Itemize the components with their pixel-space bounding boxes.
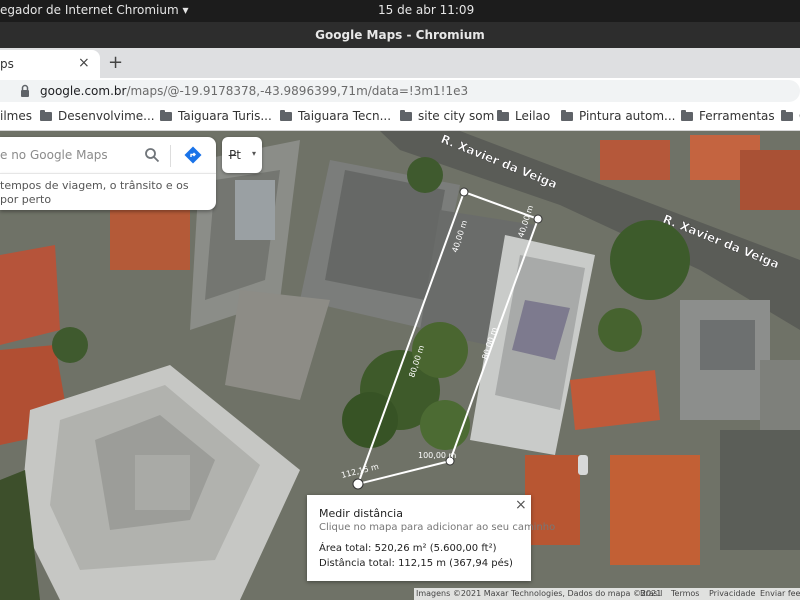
measure-point[interactable] (352, 478, 364, 490)
folder-icon (781, 110, 793, 121)
tab-google-maps[interactable]: ps × (0, 50, 100, 78)
measure-distance-card: Medir distância Clique no mapa para adic… (307, 495, 555, 581)
lock-icon[interactable] (20, 84, 30, 98)
suggestion-line: tempos de viagem, o trânsito e os (0, 179, 189, 192)
folder-icon (400, 110, 412, 121)
bookmark-label: Ferramentas (699, 109, 775, 123)
folder-icon (561, 110, 573, 121)
bookmark-item[interactable]: site city som (400, 109, 494, 123)
bookmark-label: site city som (418, 109, 495, 123)
bookmark-item[interactable]: Leilao (497, 109, 550, 123)
app-menu[interactable]: egador de Internet Chromium ▾ (0, 3, 189, 17)
bookmark-label: Leilao (515, 109, 551, 123)
measure-title: Medir distância (319, 507, 403, 520)
folder-icon (280, 110, 292, 121)
measure-hint: Clique no mapa para adicionar ao seu cam… (319, 522, 556, 533)
folder-icon (160, 110, 172, 121)
chevron-down-icon[interactable]: ▾ (252, 149, 256, 158)
measure-label: 100,00 m (418, 451, 457, 460)
feedback-link[interactable]: Enviar fee (760, 589, 800, 598)
bookmark-item[interactable]: Desenvolvime... (40, 109, 155, 123)
bookmark-label: Pintura autom... (579, 109, 676, 123)
measure-area: Área total: 520,26 m² (5.600,00 ft²) (319, 543, 497, 554)
imagery-credit: Imagens ©2021 Maxar Technologies, Dados … (416, 589, 662, 598)
measure-point[interactable] (533, 214, 543, 224)
layers-chip[interactable]: P̶t ▾ (222, 137, 262, 173)
search-input[interactable] (0, 137, 140, 173)
tab-strip: ps × + (0, 48, 800, 78)
folder-icon (40, 110, 52, 121)
bookmark-item[interactable]: Taiguara Turis... (160, 109, 272, 123)
search-icon[interactable] (144, 147, 160, 163)
window-title: Google Maps - Chromium (0, 22, 800, 48)
directions-icon[interactable] (184, 146, 202, 164)
url-text[interactable]: google.com.br/maps/@-19.9178378,-43.9896… (40, 84, 468, 98)
folder-icon (681, 110, 693, 121)
new-tab-button[interactable]: + (108, 52, 123, 73)
suggestion-line: por perto (0, 193, 52, 206)
tab-title: ps (0, 57, 14, 71)
divider (170, 145, 171, 167)
address-bar[interactable]: google.com.br/maps/@-19.9178378,-43.9896… (0, 80, 800, 102)
measure-distance: Distância total: 112,15 m (367,94 pés) (319, 558, 513, 569)
folder-icon (497, 110, 509, 121)
bookmark-item[interactable]: Pintura autom... (561, 109, 675, 123)
privacy-link[interactable]: Privacidade (709, 589, 755, 598)
url-domain: google.com.br (40, 84, 127, 98)
car (578, 455, 588, 475)
bookmark-label: Desenvolvime... (58, 109, 155, 123)
url-path: /maps/@-19.9178378,-43.9896399,71m/data=… (126, 84, 469, 98)
close-icon[interactable]: × (78, 55, 90, 71)
country-link[interactable]: Brasil (640, 589, 662, 598)
maps-search-box (0, 137, 216, 173)
terms-link[interactable]: Termos (671, 589, 699, 598)
measure-point[interactable] (459, 187, 469, 197)
map-footer: Imagens ©2021 Maxar Technologies, Dados … (414, 588, 800, 600)
bookmark-item[interactable]: C (781, 109, 800, 123)
bookmark-item[interactable]: Ferramentas (681, 109, 775, 123)
bookmarks-bar: ilmes Desenvolvime... Taiguara Turis... … (0, 104, 800, 131)
system-top-bar: egador de Internet Chromium ▾ 15 de abr … (0, 0, 800, 22)
close-icon[interactable]: × (515, 497, 527, 513)
chip-label: P̶t (229, 148, 241, 162)
clock[interactable]: 15 de abr 11:09 (378, 3, 474, 17)
browser-toolbar: google.com.br/maps/@-19.9178378,-43.9896… (0, 78, 800, 104)
bookmark-label: Taiguara Turis... (178, 109, 272, 123)
bookmark-label: ilmes (0, 109, 32, 123)
bookmark-item[interactable]: ilmes (0, 109, 32, 123)
bookmark-label: Taiguara Tecn... (298, 109, 392, 123)
bookmark-item[interactable]: Taiguara Tecn... (280, 109, 391, 123)
search-suggestion[interactable]: tempos de viagem, o trânsito e os por pe… (0, 173, 216, 210)
